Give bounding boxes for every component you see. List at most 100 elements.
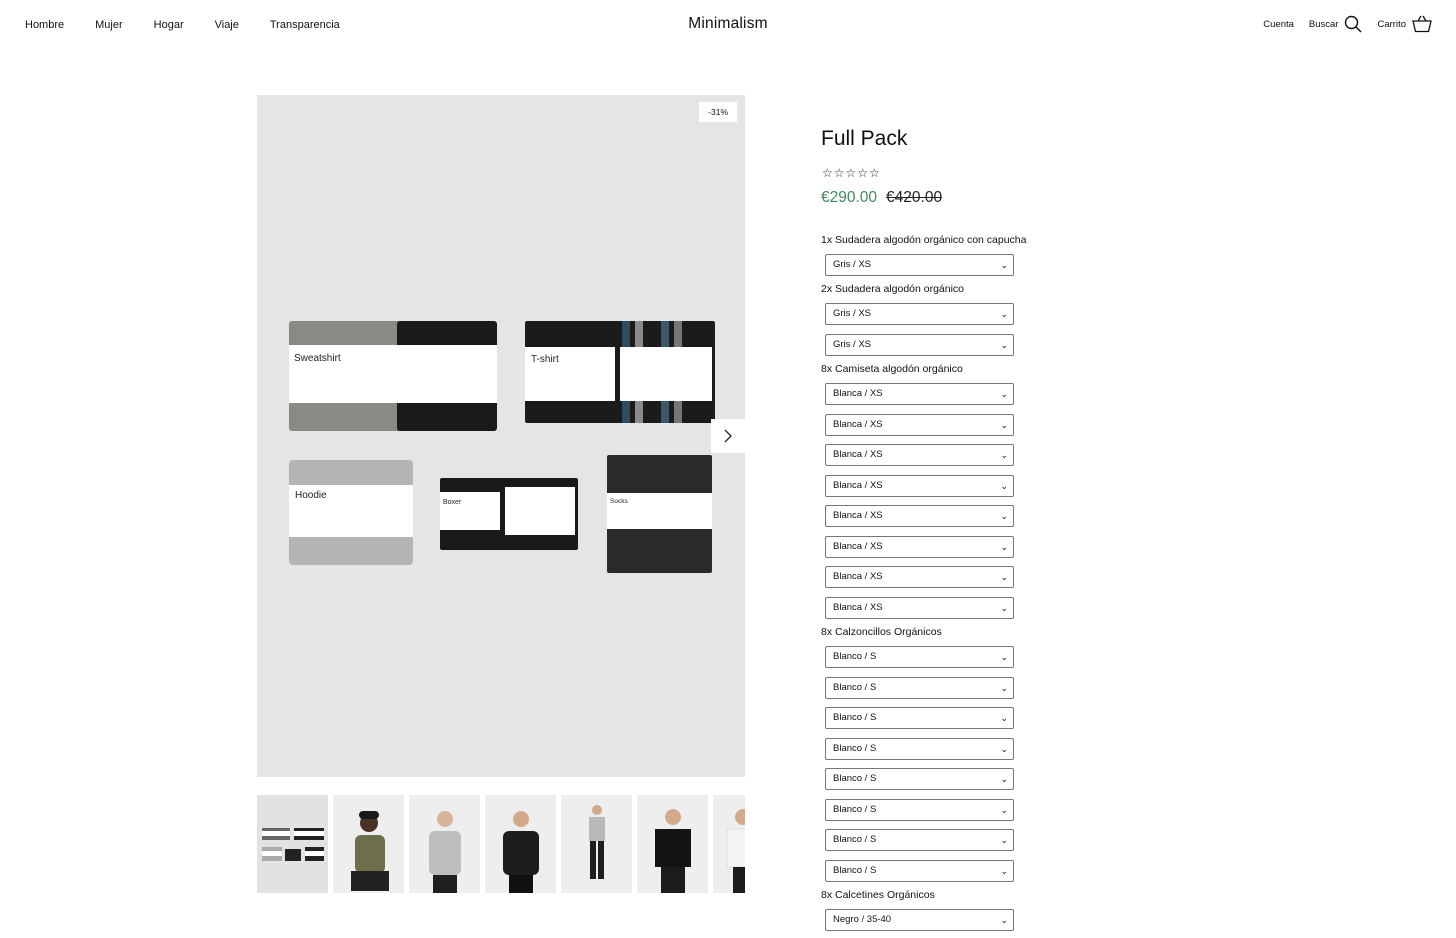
- chevron-down-icon: ⌄: [1000, 652, 1008, 662]
- variant-select[interactable]: Blanca / XS ⌄: [825, 597, 1014, 619]
- select-value: Blanca / XS: [833, 480, 883, 491]
- select-value: Blanco / S: [833, 712, 877, 723]
- sale-price: €290.00: [821, 189, 878, 206]
- nav-link-mujer[interactable]: Mujer: [95, 19, 123, 31]
- variant-select[interactable]: Blanco / S ⌄: [825, 768, 1014, 790]
- thumbnail-4[interactable]: [485, 795, 556, 893]
- select-value: Blanca / XS: [833, 388, 883, 399]
- variant-select[interactable]: Blanca / XS ⌄: [825, 444, 1014, 466]
- select-value: Negro / 35-40: [833, 914, 892, 925]
- chevron-down-icon: ⌄: [1000, 572, 1008, 582]
- select-value: Blanco / S: [833, 651, 877, 662]
- sweatshirt-label: Sweatshirt: [294, 353, 341, 364]
- chevron-down-icon: ⌄: [1000, 260, 1008, 270]
- option-group-label: 8x Calcetines Orgánicos: [821, 889, 935, 901]
- variant-select[interactable]: Negro / 35-40 ⌄: [825, 909, 1014, 931]
- nav-link-transparencia[interactable]: Transparencia: [270, 19, 340, 31]
- option-group-label: 8x Camiseta algodón orgánico: [821, 363, 963, 375]
- chevron-down-icon: ⌄: [1000, 481, 1008, 491]
- thumbnail-model-image: [589, 805, 605, 879]
- cart-button[interactable]: Carrito: [1377, 15, 1432, 33]
- next-image-button[interactable]: [711, 419, 745, 453]
- option-group-label: 2x Sudadera algodón orgánico: [821, 283, 965, 295]
- select-value: Blanca / XS: [833, 602, 883, 613]
- chevron-down-icon: ⌄: [1000, 744, 1008, 754]
- nav-link-hogar[interactable]: Hogar: [154, 19, 184, 31]
- variant-select[interactable]: Gris / XS ⌄: [825, 334, 1014, 356]
- thumbnail-model-image: [503, 811, 539, 893]
- original-price: €420.00: [886, 189, 943, 206]
- discount-badge: -31%: [699, 102, 737, 122]
- chevron-down-icon: ⌄: [1000, 915, 1008, 925]
- account-label: Cuenta: [1263, 18, 1294, 30]
- nav-link-hombre[interactable]: Hombre: [25, 19, 64, 31]
- select-value: Gris / XS: [833, 259, 872, 270]
- account-link[interactable]: Cuenta: [1263, 19, 1294, 30]
- chevron-down-icon: ⌄: [1000, 805, 1008, 815]
- variant-select[interactable]: Blanca / XS ⌄: [825, 475, 1014, 497]
- basket-icon: [1412, 15, 1432, 33]
- select-value: Blanca / XS: [833, 541, 883, 552]
- chevron-down-icon: ⌄: [1000, 866, 1008, 876]
- variant-select[interactable]: Blanca / XS ⌄: [825, 536, 1014, 558]
- variant-select[interactable]: Gris / XS ⌄: [825, 303, 1014, 325]
- header-actions: Cuenta Buscar Carrito: [1248, 15, 1432, 33]
- select-value: Blanco / S: [833, 804, 877, 815]
- chevron-down-icon: ⌄: [1000, 713, 1008, 723]
- thumbnail-model-image: [351, 811, 389, 891]
- select-value: Gris / XS: [833, 308, 872, 319]
- select-value: Blanco / S: [833, 865, 877, 876]
- search-label: Buscar: [1308, 18, 1339, 30]
- price-block: €290.00 €420.00: [821, 189, 942, 207]
- chevron-down-icon: ⌄: [1000, 603, 1008, 613]
- thumbnail-7[interactable]: [713, 795, 745, 893]
- variant-select[interactable]: Gris / XS ⌄: [825, 254, 1014, 276]
- select-value: Blanco / S: [833, 773, 877, 784]
- socks-label: Socks: [610, 498, 628, 505]
- search-icon: [1345, 15, 1362, 33]
- cart-label: Carrito: [1377, 18, 1406, 30]
- chevron-down-icon: ⌄: [1000, 511, 1008, 521]
- tshirt-label: T-shirt: [531, 354, 559, 365]
- select-value: Blanco / S: [833, 743, 877, 754]
- select-value: Blanco / S: [833, 682, 877, 693]
- chevron-down-icon: ⌄: [1000, 835, 1008, 845]
- thumbnail-model-image: [429, 811, 461, 893]
- brand-logo[interactable]: Minimalism: [688, 15, 768, 32]
- hoodie-label: Hoodie: [295, 490, 327, 501]
- option-group-label: 1x Sudadera algodón orgánico con capucha: [821, 234, 1027, 246]
- product-flatlay-illustration: Sweatshirt T-shirt Hoodie Boxer Socks: [289, 321, 715, 573]
- thumbnail-6[interactable]: [637, 795, 708, 893]
- chevron-down-icon: ⌄: [1000, 420, 1008, 430]
- variant-select[interactable]: Blanco / S ⌄: [825, 738, 1014, 760]
- variant-select[interactable]: Blanco / S ⌄: [825, 860, 1014, 882]
- product-main-image[interactable]: Sweatshirt T-shirt Hoodie Boxer Socks -3…: [257, 95, 745, 777]
- variant-select[interactable]: Blanca / XS ⌄: [825, 383, 1014, 405]
- product-title: Full Pack: [821, 127, 908, 150]
- variant-select[interactable]: Blanca / XS ⌄: [825, 566, 1014, 588]
- thumbnail-strip: [257, 795, 745, 893]
- chevron-down-icon: ⌄: [1000, 389, 1008, 399]
- variant-select[interactable]: Blanco / S ⌄: [825, 829, 1014, 851]
- search-button[interactable]: Buscar: [1309, 15, 1363, 33]
- select-value: Gris / XS: [833, 339, 872, 350]
- nav-link-viaje[interactable]: Viaje: [215, 19, 239, 31]
- rating-stars[interactable]: ☆☆☆☆☆: [822, 166, 881, 180]
- variant-select[interactable]: Blanca / XS ⌄: [825, 505, 1014, 527]
- thumbnail-model-image: [726, 809, 745, 893]
- thumbnail-1[interactable]: [257, 795, 328, 893]
- select-value: Blanca / XS: [833, 571, 883, 582]
- variant-select[interactable]: Blanco / S ⌄: [825, 646, 1014, 668]
- boxer-label: Boxer: [443, 499, 462, 506]
- variant-select[interactable]: Blanco / S ⌄: [825, 707, 1014, 729]
- variant-select[interactable]: Blanco / S ⌄: [825, 677, 1014, 699]
- select-value: Blanco / S: [833, 834, 877, 845]
- chevron-down-icon: ⌄: [1000, 774, 1008, 784]
- variant-select[interactable]: Blanco / S ⌄: [825, 799, 1014, 821]
- chevron-down-icon: ⌄: [1000, 309, 1008, 319]
- main-nav: Hombre Mujer Hogar Viaje Transparencia: [25, 19, 371, 31]
- variant-select[interactable]: Blanca / XS ⌄: [825, 414, 1014, 436]
- thumbnail-2[interactable]: [333, 795, 404, 893]
- thumbnail-5[interactable]: [561, 795, 632, 893]
- thumbnail-3[interactable]: [409, 795, 480, 893]
